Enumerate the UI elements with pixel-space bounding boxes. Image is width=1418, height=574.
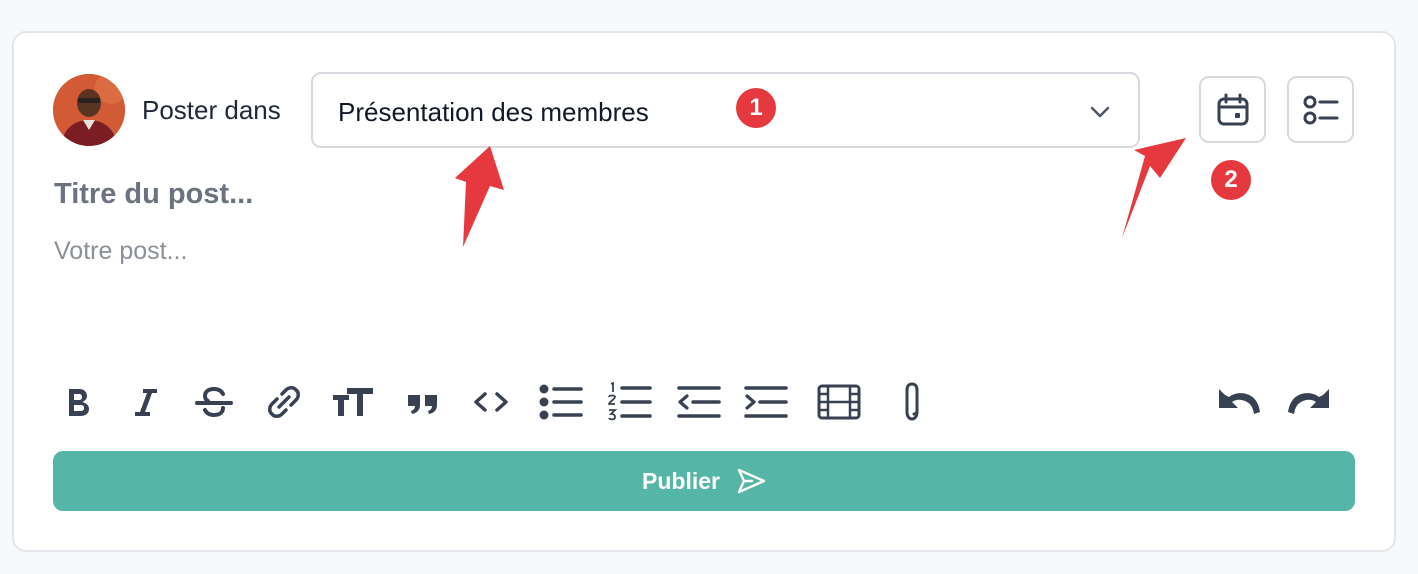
italic-button[interactable] <box>122 380 170 424</box>
undo-icon <box>1219 389 1260 414</box>
strikethrough-icon <box>195 386 233 418</box>
code-button[interactable] <box>467 380 515 424</box>
poll-list-icon <box>1303 95 1338 124</box>
user-avatar <box>53 74 125 146</box>
text-size-button[interactable] <box>329 380 377 424</box>
text-size-icon <box>333 388 373 416</box>
code-icon <box>474 392 508 412</box>
redo-button[interactable] <box>1285 380 1333 424</box>
chevron-down-icon <box>1090 106 1110 118</box>
calendar-icon <box>1217 93 1248 125</box>
space-select-value: Présentation des membres <box>338 97 649 127</box>
attachment-button[interactable] <box>888 380 936 424</box>
send-icon <box>737 468 766 494</box>
schedule-button[interactable] <box>1199 76 1266 143</box>
link-icon <box>268 386 300 418</box>
publish-button[interactable]: Publier <box>53 451 1355 511</box>
bold-button[interactable] <box>54 380 102 424</box>
video-icon <box>817 384 861 420</box>
numbered-list-icon <box>608 382 652 421</box>
numbered-list-button[interactable] <box>605 380 653 424</box>
bold-icon <box>69 389 89 416</box>
italic-icon <box>135 389 157 416</box>
redo-icon <box>1288 389 1329 414</box>
outdent-icon <box>677 386 721 418</box>
post-title-input[interactable]: Titre du post... <box>54 176 253 212</box>
post-in-label: Poster dans <box>142 95 281 125</box>
quote-icon <box>408 395 437 414</box>
post-body-input[interactable]: Votre post... <box>54 235 187 267</box>
video-button[interactable] <box>815 380 863 424</box>
bullet-list-button[interactable] <box>536 380 584 424</box>
space-select[interactable]: Présentation des membres <box>311 72 1140 148</box>
undo-button[interactable] <box>1215 380 1263 424</box>
quote-button[interactable] <box>399 380 447 424</box>
bullet-list-icon <box>539 384 583 420</box>
indent-icon <box>744 386 788 418</box>
poll-button[interactable] <box>1287 76 1354 143</box>
strikethrough-button[interactable] <box>190 380 238 424</box>
indent-button[interactable] <box>741 380 789 424</box>
annotation-badge-1: 1 <box>736 88 776 128</box>
attachment-icon <box>905 382 919 421</box>
link-button[interactable] <box>260 380 308 424</box>
publish-button-label: Publier <box>642 468 720 494</box>
annotation-badge-2: 2 <box>1211 160 1251 200</box>
outdent-button[interactable] <box>674 380 722 424</box>
